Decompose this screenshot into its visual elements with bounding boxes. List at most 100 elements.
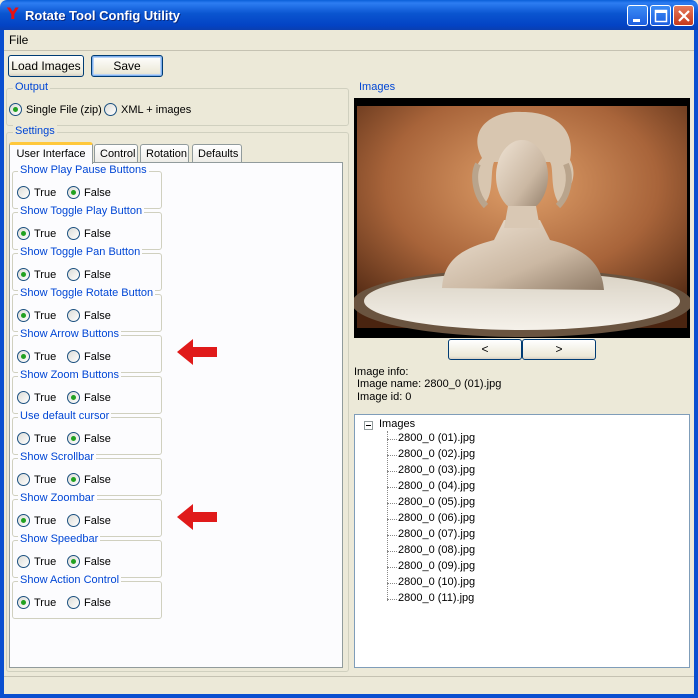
title-bar[interactable]: Y Rotate Tool Config Utility xyxy=(0,0,698,30)
tree-connector-line xyxy=(387,503,397,504)
setting-label: Show Scrollbar xyxy=(18,451,96,463)
radio-label: False xyxy=(84,268,111,281)
radio-label: True xyxy=(34,391,57,404)
tree-file-label: 2800_0 (09).jpg xyxy=(398,560,476,572)
window-border-left xyxy=(0,30,4,698)
radio-button[interactable] xyxy=(17,268,30,281)
radio-button[interactable] xyxy=(67,268,80,281)
false-option[interactable]: False xyxy=(67,309,111,322)
radio-button[interactable] xyxy=(67,555,80,568)
radio-label: False xyxy=(84,391,111,404)
radio-button[interactable] xyxy=(17,186,30,199)
previous-image-button[interactable]: < xyxy=(448,339,522,360)
minimize-button[interactable] xyxy=(627,5,648,26)
radio-label: False xyxy=(84,596,111,609)
tab-rotation[interactable]: Rotation xyxy=(140,144,189,163)
setting-label: Show Zoombar xyxy=(18,492,97,504)
next-image-button[interactable]: > xyxy=(522,339,596,360)
close-button[interactable] xyxy=(673,5,694,26)
true-option[interactable]: True xyxy=(17,309,56,322)
menu-file[interactable]: File xyxy=(9,33,28,47)
tree-connector-line xyxy=(387,487,397,488)
output-xml-label: XML + images xyxy=(121,103,192,116)
tree-connector-line xyxy=(387,583,397,584)
tree-connector-line xyxy=(387,455,397,456)
true-option[interactable]: True xyxy=(17,391,56,404)
load-images-button[interactable]: Load Images xyxy=(8,55,84,77)
radio-button[interactable] xyxy=(67,596,80,609)
red-arrow-icon xyxy=(177,504,217,530)
maximize-button[interactable] xyxy=(650,5,671,26)
output-xml-option[interactable]: XML + images xyxy=(104,103,191,116)
false-option[interactable]: False xyxy=(67,391,111,404)
radio-button[interactable] xyxy=(17,432,30,445)
false-option[interactable]: False xyxy=(67,555,111,568)
setting-label: Show Toggle Play Button xyxy=(18,205,145,217)
false-option[interactable]: False xyxy=(67,227,111,240)
radio-button[interactable] xyxy=(17,473,30,486)
true-option[interactable]: True xyxy=(17,350,56,363)
radio-label: False xyxy=(84,350,111,363)
output-single-file-option[interactable]: Single File (zip) xyxy=(9,103,102,116)
false-option[interactable]: False xyxy=(67,268,111,281)
radio-button[interactable] xyxy=(17,309,30,322)
tree-file-label: 2800_0 (07).jpg xyxy=(398,528,476,540)
radio-button[interactable] xyxy=(17,555,30,568)
radio-button[interactable] xyxy=(67,514,80,527)
radio-button[interactable] xyxy=(17,391,30,404)
radio-button[interactable] xyxy=(17,596,30,609)
true-option[interactable]: True xyxy=(17,186,56,199)
radio-button[interactable] xyxy=(104,103,117,116)
radio-label: False xyxy=(84,186,111,199)
tab-control[interactable]: Control xyxy=(94,144,138,163)
collapse-toggle-icon[interactable] xyxy=(364,421,373,430)
radio-button[interactable] xyxy=(67,186,80,199)
tab-user-interface[interactable]: User Interface xyxy=(9,142,93,164)
radio-button[interactable] xyxy=(67,227,80,240)
tree-file-label: 2800_0 (10).jpg xyxy=(398,576,476,588)
true-option[interactable]: True xyxy=(17,555,56,568)
setting-label: Show Toggle Rotate Button xyxy=(18,287,156,299)
radio-button[interactable] xyxy=(67,350,80,363)
tree-connector-line xyxy=(387,519,397,520)
tab-defaults[interactable]: Defaults xyxy=(192,144,242,163)
true-option[interactable]: True xyxy=(17,432,56,445)
tree-root-images[interactable]: Images xyxy=(379,418,415,430)
radio-button[interactable] xyxy=(67,391,80,404)
true-option[interactable]: True xyxy=(17,268,56,281)
close-icon xyxy=(678,10,690,22)
setting-label: Show Play Pause Buttons xyxy=(18,164,149,176)
radio-button[interactable] xyxy=(9,103,22,116)
false-option[interactable]: False xyxy=(67,514,111,527)
true-option[interactable]: True xyxy=(17,473,56,486)
app-logo-icon: Y xyxy=(7,4,19,23)
radio-label: True xyxy=(34,514,57,527)
images-tree[interactable]: Images 2800_0 (01).jpg 2800_0 (02).jpg 280… xyxy=(354,414,690,668)
false-option[interactable]: False xyxy=(67,186,111,199)
false-option[interactable]: False xyxy=(67,473,111,486)
radio-label: True xyxy=(34,432,57,445)
settings-legend: Settings xyxy=(13,125,57,137)
image-info-id: Image id: 0 xyxy=(357,391,412,403)
tree-file-label: 2800_0 (11).jpg xyxy=(398,592,475,604)
false-option[interactable]: False xyxy=(67,596,111,609)
save-button[interactable]: Save xyxy=(91,55,163,77)
true-option[interactable]: True xyxy=(17,227,56,240)
radio-label: True xyxy=(34,186,57,199)
image-info-title: Image info: xyxy=(354,366,409,378)
menu-bar: File xyxy=(4,30,694,50)
bust-sculpture-image xyxy=(352,106,692,337)
false-option[interactable]: False xyxy=(67,350,111,363)
radio-button[interactable] xyxy=(17,350,30,363)
radio-button[interactable] xyxy=(17,227,30,240)
tree-connector-line xyxy=(387,439,397,440)
radio-button[interactable] xyxy=(67,432,80,445)
radio-button[interactable] xyxy=(67,309,80,322)
tree-file-label: 2800_0 (06).jpg xyxy=(398,512,476,524)
false-option[interactable]: False xyxy=(67,432,111,445)
true-option[interactable]: True xyxy=(17,596,56,609)
tree-file-label: 2800_0 (04).jpg xyxy=(398,480,476,492)
radio-button[interactable] xyxy=(67,473,80,486)
radio-button[interactable] xyxy=(17,514,30,527)
true-option[interactable]: True xyxy=(17,514,56,527)
